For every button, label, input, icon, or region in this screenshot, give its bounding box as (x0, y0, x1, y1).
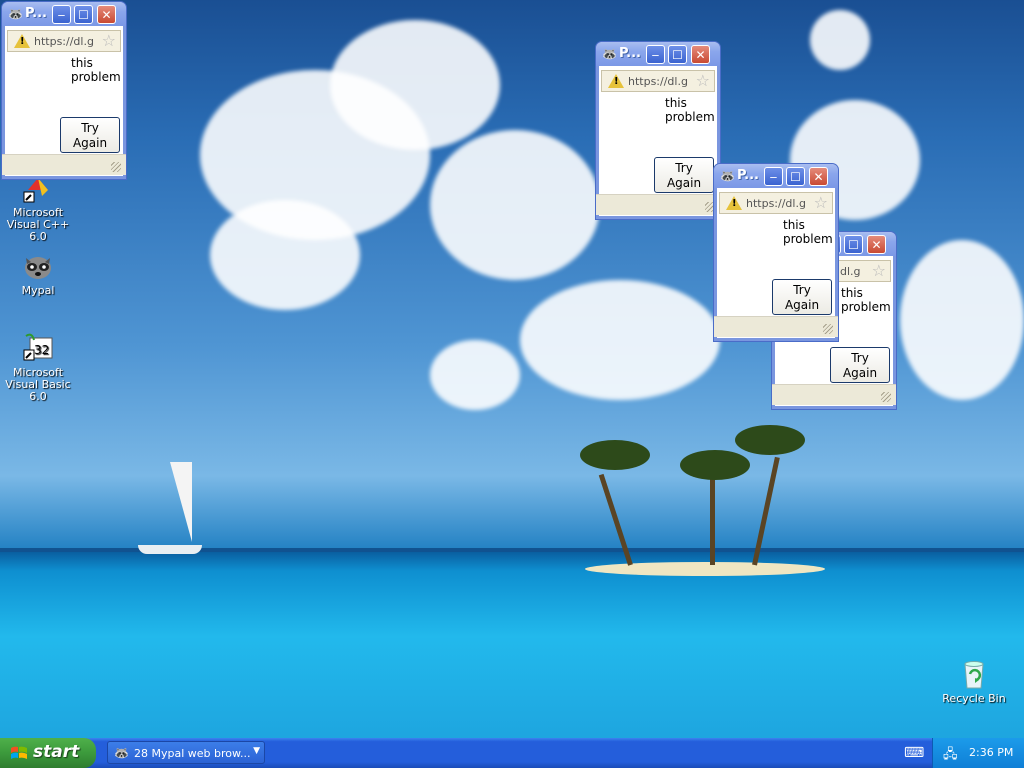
taskbar: start 🦝 28 Mypal web brow... ▼ ⌨ 🖧 2:36 … (0, 738, 1024, 768)
window-titlebar[interactable]: 🦝 P... ‒ ☐ ✕ (2, 2, 126, 26)
sailboat-hull (138, 545, 202, 554)
resize-grip-icon[interactable] (823, 324, 833, 334)
taskbar-group-label: 28 Mypal web brow... (134, 747, 251, 760)
desktop-icon-label: Microsoft Visual Basic 6.0 (5, 366, 71, 403)
desktop-icon-label: Mypal (21, 284, 55, 297)
cloud (810, 10, 870, 70)
url-text: https://dl.g (746, 197, 806, 210)
mypal-raccoon-icon: 🦝 (114, 746, 129, 760)
window-content: this problem Try Again (599, 92, 717, 194)
mypal-raccoon-icon (22, 250, 54, 282)
desktop-icon-visual-cpp[interactable]: Microsoft Visual C++ 6.0 (0, 172, 78, 243)
maximize-button[interactable]: ☐ (668, 45, 687, 64)
cloud (430, 130, 600, 280)
cloud (330, 20, 500, 150)
close-button[interactable]: ✕ (809, 167, 828, 186)
warning-icon (726, 196, 742, 210)
visual-basic-icon: 32 (22, 332, 54, 364)
star-icon[interactable]: ☆ (102, 32, 116, 50)
star-icon[interactable]: ☆ (814, 194, 828, 212)
window-title: P... (619, 46, 641, 61)
island-sand (585, 562, 825, 576)
desktop-icon-label: Microsoft Visual C++ 6.0 (6, 206, 70, 243)
palm-leaves (580, 440, 650, 470)
cloud (430, 340, 520, 410)
resize-grip-icon[interactable] (111, 162, 121, 172)
try-again-button[interactable]: Try Again (772, 279, 832, 315)
try-again-button[interactable]: Try Again (654, 157, 714, 193)
minimize-button[interactable]: ‒ (764, 167, 783, 186)
close-button[interactable]: ✕ (691, 45, 710, 64)
resize-grip-icon[interactable] (881, 392, 891, 402)
svg-text:32: 32 (34, 343, 49, 357)
url-bar[interactable]: https://dl.g ☆ (601, 70, 715, 92)
mypal-raccoon-icon: 🦝 (720, 169, 735, 183)
popup-window[interactable]: 🦝 P... ‒ ☐ ✕ https://dl.g ☆ this problem… (2, 2, 126, 179)
keyboard-icon[interactable]: ⌨ (904, 745, 924, 761)
status-bar (2, 154, 126, 175)
window-titlebar[interactable]: 🦝 P... ‒ ☐ ✕ (596, 42, 720, 66)
status-bar (714, 316, 838, 337)
minimize-button[interactable]: ‒ (52, 5, 71, 24)
palm-trunk (710, 475, 715, 565)
cloud (210, 200, 360, 310)
desktop-icon-label: Recycle Bin (942, 692, 1006, 705)
try-again-button[interactable]: Try Again (830, 347, 890, 383)
status-bar (772, 384, 896, 405)
close-button[interactable]: ✕ (97, 5, 116, 24)
clock[interactable]: 2:36 PM (969, 746, 1013, 759)
sea (0, 552, 1024, 740)
windows-logo-icon (10, 745, 28, 765)
url-text: dl.g (840, 265, 861, 278)
desktop-icon-recycle-bin[interactable]: Recycle Bin (934, 658, 1014, 705)
system-tray: 🖧 2:36 PM (932, 738, 1024, 768)
status-bar (596, 194, 720, 215)
url-bar[interactable]: https://dl.g ☆ (719, 192, 833, 214)
palm-leaves (735, 425, 805, 455)
start-label: start (33, 742, 80, 762)
window-title: P... (737, 168, 759, 183)
chevron-down-icon: ▼ (253, 746, 260, 756)
error-message: this problem (71, 56, 121, 84)
warning-icon (14, 34, 30, 48)
network-icon[interactable]: 🖧 (943, 745, 958, 767)
url-text: https://dl.g (34, 35, 94, 48)
error-message: this problem (841, 286, 891, 314)
cloud (900, 240, 1024, 400)
error-message: this problem (665, 96, 715, 124)
mypal-raccoon-icon: 🦝 (8, 7, 23, 21)
popup-window[interactable]: 🦝 P... ‒ ☐ ✕ https://dl.g ☆ this problem… (714, 164, 838, 341)
desktop-icon-mypal[interactable]: Mypal (0, 250, 78, 297)
cloud (520, 280, 720, 400)
try-again-button[interactable]: Try Again (60, 117, 120, 153)
maximize-button[interactable]: ☐ (844, 235, 863, 254)
url-text: https://dl.g (628, 75, 688, 88)
taskbar-group-mypal[interactable]: 🦝 28 Mypal web brow... ▼ (107, 741, 265, 764)
star-icon[interactable]: ☆ (696, 72, 710, 90)
url-bar[interactable]: https://dl.g ☆ (7, 30, 121, 52)
close-button[interactable]: ✕ (867, 235, 886, 254)
minimize-button[interactable]: ‒ (646, 45, 665, 64)
window-titlebar[interactable]: 🦝 P... ‒ ☐ ✕ (714, 164, 838, 188)
window-content: this problem Try Again (5, 52, 123, 154)
desktop-icon-visual-basic[interactable]: 32 Microsoft Visual Basic 6.0 (0, 332, 78, 403)
popup-window[interactable]: 🦝 P... ‒ ☐ ✕ https://dl.g ☆ this problem… (596, 42, 720, 219)
mypal-raccoon-icon: 🦝 (602, 47, 617, 61)
maximize-button[interactable]: ☐ (786, 167, 805, 186)
warning-icon (608, 74, 624, 88)
maximize-button[interactable]: ☐ (74, 5, 93, 24)
window-content: this problem Try Again (717, 214, 835, 316)
recycle-bin-icon (958, 658, 990, 690)
palm-leaves (680, 450, 750, 480)
error-message: this problem (783, 218, 833, 246)
sailboat-sail (148, 462, 192, 542)
start-button[interactable]: start (0, 738, 96, 768)
star-icon[interactable]: ☆ (872, 262, 886, 280)
window-title: P... (25, 6, 47, 21)
